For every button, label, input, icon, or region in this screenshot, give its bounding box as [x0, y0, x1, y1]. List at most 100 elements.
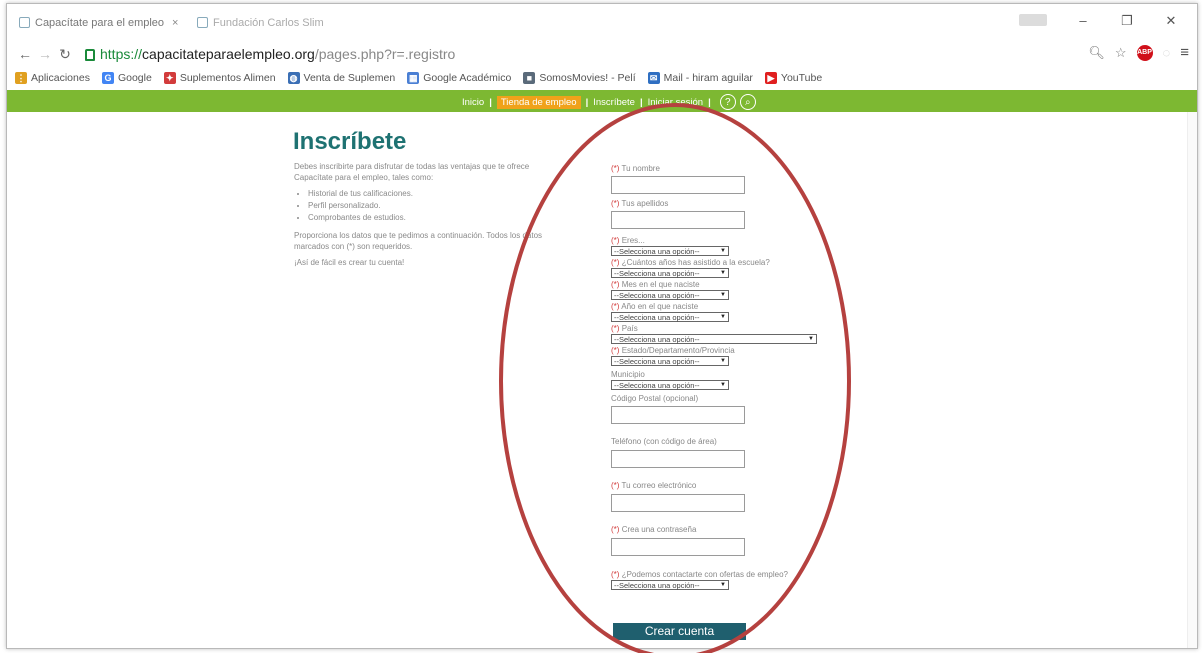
phone-input[interactable] — [611, 450, 745, 468]
nav-tienda-empleo[interactable]: Tienda de empleo — [496, 95, 581, 109]
list-item: Historial de tus calificaciones. — [308, 188, 569, 199]
chevron-down-icon: ▼ — [720, 582, 726, 588]
bookmark-label: Google Académico — [423, 72, 512, 84]
close-tab-icon[interactable]: × — [172, 17, 178, 29]
intro-paragraph: Proporciona los datos que te pedimos a c… — [294, 231, 543, 251]
birth-month-select[interactable]: --Selecciona una opción-- ▼ — [611, 290, 729, 300]
bookmark-label: Aplicaciones — [31, 72, 90, 84]
bookmark-5[interactable]: ■ SomosMovies! - Pelí — [523, 72, 636, 84]
window-controls: – ❐ ✕ — [1061, 10, 1193, 32]
bookmarks-bar: ⋮ Aplicaciones G Google ✦ Suplementos Alimen ◍… — [7, 68, 1197, 88]
url-scheme: https:// — [100, 46, 143, 62]
bookmark-7[interactable]: ▶ YouTube — [764, 72, 823, 84]
contact-select[interactable]: --Selecciona una opción-- ▼ — [611, 580, 729, 590]
sex-select[interactable]: --Selecciona una opción-- ▼ — [611, 246, 729, 256]
name-input[interactable] — [611, 176, 745, 194]
close-window-icon[interactable]: ✕ — [1149, 10, 1193, 32]
chevron-down-icon: ▼ — [720, 358, 726, 364]
star-icon[interactable]: ☆ — [1115, 45, 1127, 61]
state-select[interactable]: --Selecciona una opción-- ▼ — [611, 356, 729, 366]
bookmark-6[interactable]: ✉ Mail - hiram aguilar — [647, 72, 753, 84]
scholar-icon: ▦ — [407, 72, 420, 84]
tab-title: Capacítate para el empleo — [35, 17, 165, 29]
page-title: Inscríbete — [293, 128, 407, 155]
chevron-down-icon: ▼ — [720, 270, 726, 276]
email-label: (*) Tu correo electrónico — [611, 481, 697, 490]
url-domain: capacitateparaelempleo.org — [142, 46, 315, 62]
navigation-bar: ← → ↻ https:// capacitateparaelempleo.or… — [7, 42, 1197, 66]
bookmark-label: YouTube — [780, 72, 823, 84]
sex-label: (*) Eres... — [611, 236, 645, 245]
chevron-down-icon: ▼ — [720, 382, 726, 388]
reload-icon[interactable]: ↻ — [55, 46, 75, 63]
apps-icon: ⋮ — [15, 72, 27, 84]
minimize-icon[interactable]: – — [1061, 10, 1105, 32]
toolbar-icons: 🔍︎ ☆ ABP ◌ ≡ — [1088, 44, 1189, 61]
zoom-icon[interactable]: 🔍︎ — [1088, 45, 1105, 61]
state-label: (*) Estado/Departamento/Provincia — [611, 346, 735, 355]
bookmark-1[interactable]: G Google — [101, 72, 152, 84]
bookmark-0[interactable]: ⋮ Aplicaciones — [15, 72, 90, 84]
benefits-list: Historial de tus calificaciones. Perfil … — [308, 188, 569, 223]
chevron-down-icon: ▼ — [720, 292, 726, 298]
postal-code-input[interactable] — [611, 406, 745, 424]
address-bar[interactable]: https:// capacitateparaelempleo.org /pag… — [85, 42, 1085, 66]
postal-code-label: Código Postal (opcional) — [611, 394, 699, 403]
registration-form: (*) Tu nombre (*) Tus apellidos (*) Eres… — [611, 164, 831, 590]
help-icon[interactable]: ? — [719, 94, 736, 110]
back-icon[interactable]: ← — [15, 46, 35, 62]
country-label: (*) País — [611, 324, 638, 333]
bookmark-3[interactable]: ◍ Venta de Suplemen — [287, 72, 395, 84]
intro-text: Debes inscribirte para disfrutar de toda… — [294, 161, 569, 273]
phone-label: Teléfono (con código de área) — [611, 437, 717, 446]
nav-inicio[interactable]: Inicio — [462, 97, 484, 108]
create-account-button[interactable]: Crear cuenta — [613, 623, 746, 640]
browser-window: Capacítate para el empleo × Fundación Ca… — [6, 3, 1198, 649]
title-bar: Capacítate para el empleo × Fundación Ca… — [7, 4, 1197, 42]
page-favicon-icon — [19, 17, 30, 28]
birth-year-label: (*) Año en el que naciste — [611, 302, 699, 311]
bookmark-icon: ✦ — [163, 72, 176, 84]
country-select[interactable]: --Selecciona una opción-- ▼ — [611, 334, 817, 344]
school-years-select[interactable]: --Selecciona una opción-- ▼ — [611, 268, 729, 278]
intro-paragraph: ¡Así de fácil es crear tu cuenta! — [294, 258, 405, 267]
chevron-down-icon: ▼ — [808, 336, 814, 342]
menu-icon[interactable]: ≡ — [1180, 44, 1189, 61]
scrollbar[interactable] — [1187, 112, 1197, 648]
globe-icon: ◍ — [287, 72, 300, 84]
birth-year-select[interactable]: --Selecciona una opción-- ▼ — [611, 312, 729, 322]
forward-icon[interactable]: → — [35, 46, 55, 62]
profile-button[interactable] — [1019, 14, 1047, 26]
school-years-label: (*) ¿Cuántos años has asistido a la escu… — [611, 258, 770, 267]
list-item: Comprobantes de estudios. — [308, 212, 569, 223]
municipality-select[interactable]: --Selecciona una opción-- ▼ — [611, 380, 729, 390]
nav-separator: | — [708, 96, 711, 108]
search-icon[interactable]: ⌕ — [739, 94, 756, 110]
chevron-down-icon: ▼ — [720, 248, 726, 254]
bookmark-label: Google — [117, 72, 152, 84]
municipality-label: Municipio — [611, 370, 645, 379]
extension-icon[interactable]: ◌ — [1163, 45, 1171, 60]
intro-paragraph: Debes inscribirte para disfrutar de toda… — [294, 162, 530, 182]
lastname-label: (*) Tus apellidos — [611, 199, 669, 208]
bookmark-label: Mail - hiram aguilar — [663, 72, 753, 84]
list-item: Perfil personalizado. — [308, 200, 569, 211]
tab-fundacion[interactable]: Fundación Carlos Slim — [193, 12, 393, 34]
password-field[interactable] — [611, 538, 745, 556]
nav-separator: | — [585, 96, 589, 108]
nav-separator: | — [639, 96, 643, 108]
lastname-input[interactable] — [611, 211, 745, 229]
nav-iniciar-sesion[interactable]: Iniciar sesión — [648, 97, 703, 108]
email-field[interactable] — [611, 494, 745, 512]
restore-icon[interactable]: ❐ — [1105, 10, 1149, 32]
bookmark-4[interactable]: ▦ Google Académico — [407, 72, 511, 84]
bookmark-label: SomosMovies! - Pelí — [539, 72, 636, 84]
adblock-icon[interactable]: ABP — [1136, 44, 1153, 61]
tab-capacitate[interactable]: Capacítate para el empleo × — [15, 12, 191, 34]
nav-inscribete[interactable]: Inscríbete — [593, 97, 635, 108]
chevron-down-icon: ▼ — [720, 314, 726, 320]
mail-icon: ✉ — [647, 72, 660, 84]
google-icon: G — [101, 72, 114, 84]
url-path: /pages.php?r=.registro — [314, 46, 456, 62]
bookmark-2[interactable]: ✦ Suplementos Alimen — [163, 72, 276, 84]
